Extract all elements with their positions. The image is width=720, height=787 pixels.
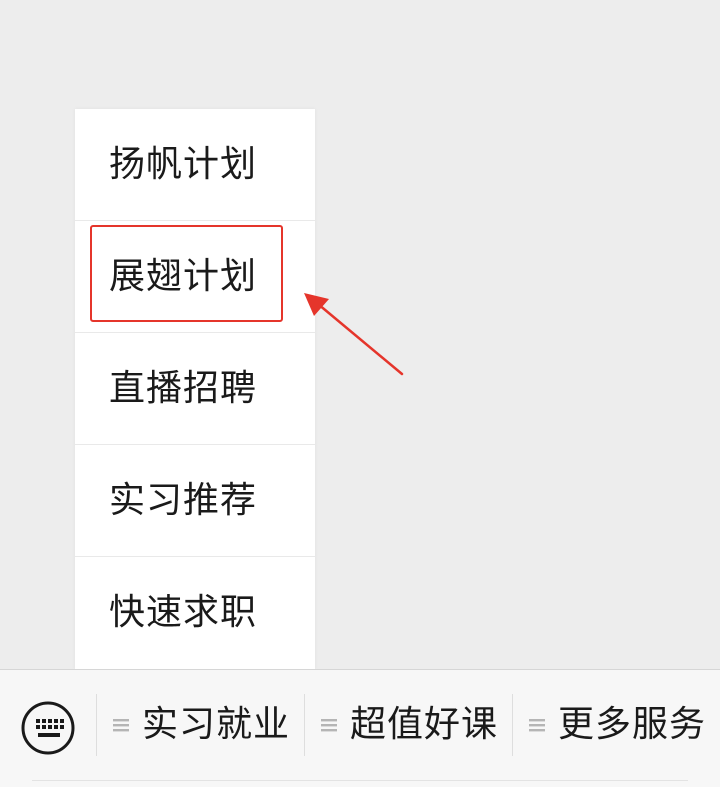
menu-tab-label: 更多服务 <box>558 704 707 745</box>
menu-divider <box>304 694 305 756</box>
keyboard-icon <box>21 701 75 755</box>
menu-lines-icon <box>529 719 545 732</box>
submenu-item-label: 直播招聘 <box>109 367 258 409</box>
submenu-item-label: 快速求职 <box>109 592 258 633</box>
menu-lines-icon <box>321 719 337 732</box>
submenu-item-label: 实习推荐 <box>109 479 258 521</box>
menu-divider <box>96 694 97 756</box>
popup-submenu: 扬帆计划 展翅计划 直播招聘 实习推荐 快速求职 <box>75 109 315 669</box>
submenu-item-yangfan[interactable]: 扬帆计划 <box>75 109 315 221</box>
menu-tab-value-courses[interactable]: 超值好课 <box>320 692 510 758</box>
menu-divider <box>512 694 513 756</box>
submenu-item-live-recruit[interactable]: 直播招聘 <box>75 333 315 445</box>
submenu-item-label: 扬帆计划 <box>109 143 258 185</box>
menu-tab-more-services[interactable]: 更多服务 <box>528 692 718 758</box>
menu-lines-icon <box>113 719 129 732</box>
bottom-menu-bar: 实习就业 超值好课 更多服务 <box>0 669 720 787</box>
menu-tab-label: 超值好课 <box>350 704 499 745</box>
menu-tab-label: 实习就业 <box>142 704 291 745</box>
menu-tab-internship-jobs[interactable]: 实习就业 <box>112 692 302 758</box>
highlight-box <box>90 225 283 322</box>
submenu-item-quick-job[interactable]: 快速求职 <box>75 557 315 669</box>
submenu-item-internship[interactable]: 实习推荐 <box>75 445 315 557</box>
bottom-divider <box>32 780 688 781</box>
keyboard-toggle-button[interactable] <box>20 700 76 756</box>
